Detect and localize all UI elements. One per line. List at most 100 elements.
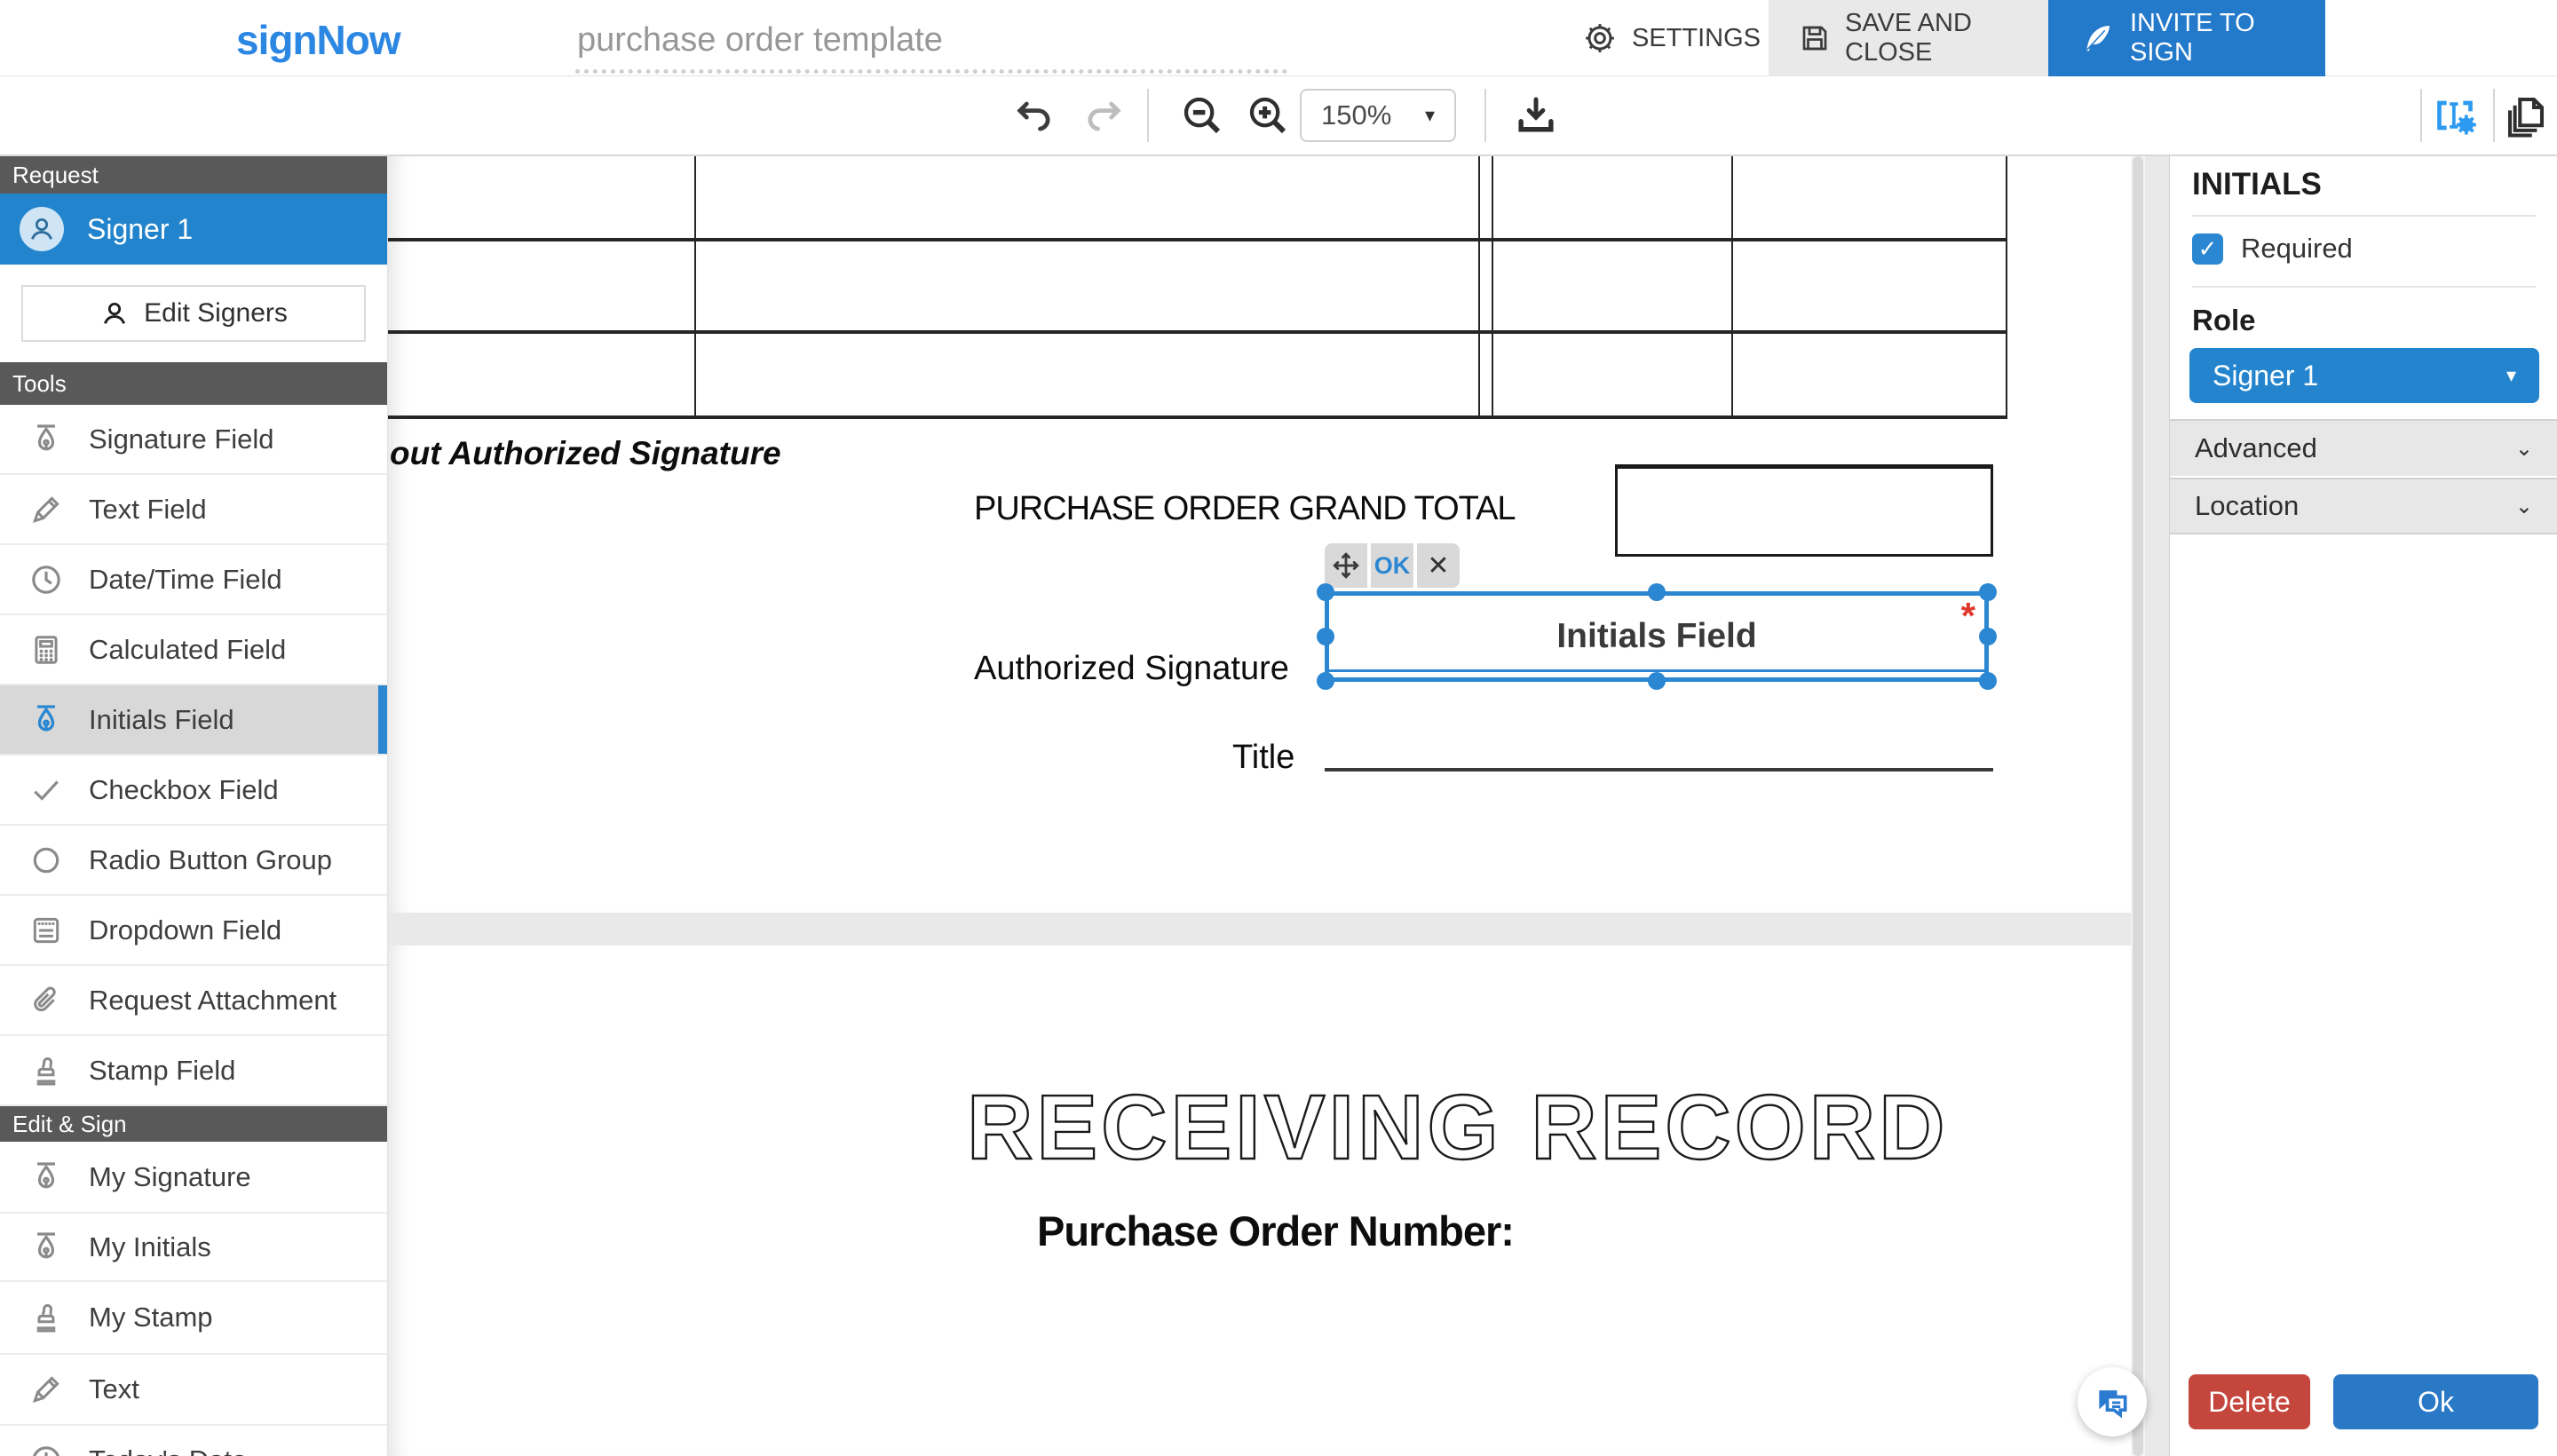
tool-label: Checkbox Field <box>89 774 279 806</box>
field-ok-button[interactable]: OK <box>1371 543 1413 588</box>
left-sidebar: Request Signer 1 Edit Signers Tools <box>0 156 388 1456</box>
document-page-2[interactable]: RECEIVING RECORD Purchase Order Number: <box>388 946 2131 1456</box>
tool-datetime-field[interactable]: Date/Time Field <box>0 545 387 615</box>
resize-handle-sw[interactable] <box>1317 672 1334 690</box>
field-settings-button[interactable] <box>2424 76 2486 154</box>
checkbox-checked-icon[interactable]: ✓ <box>2192 233 2223 265</box>
table-line <box>388 238 2007 241</box>
help-chat-button[interactable] <box>2078 1367 2147 1436</box>
document-canvas[interactable]: out Authorized Signature PURCHASE ORDER … <box>388 156 2169 1456</box>
pen-nib-icon <box>27 1159 66 1195</box>
location-accordion[interactable]: Location ⌄ <box>2170 478 2557 534</box>
pages-copy-button[interactable] <box>2497 76 2555 154</box>
tool-request-attachment[interactable]: Request Attachment <box>0 966 387 1036</box>
tool-label: My Signature <box>89 1161 251 1193</box>
tool-my-initials[interactable]: My Initials <box>0 1214 387 1282</box>
advanced-accordion[interactable]: Advanced ⌄ <box>2170 419 2557 476</box>
tool-initials-field[interactable]: Initials Field <box>0 685 387 756</box>
svg-text:RECEIVING RECORD: RECEIVING RECORD <box>967 1076 1949 1178</box>
chevron-down-icon: ▾ <box>1425 104 1435 127</box>
document-title-underline <box>575 69 1287 74</box>
tool-dropdown-field[interactable]: Dropdown Field <box>0 896 387 966</box>
feather-icon <box>2078 20 2116 57</box>
required-asterisk: * <box>1961 597 1975 635</box>
move-field-handle[interactable] <box>1325 543 1367 588</box>
advanced-label: Advanced <box>2195 432 2317 464</box>
paperclip-icon <box>27 984 66 1017</box>
role-label: Role <box>2192 304 2256 337</box>
divider <box>2192 215 2536 217</box>
resize-handle-nw[interactable] <box>1317 583 1334 601</box>
table-line <box>694 156 696 417</box>
resize-handle-s[interactable] <box>1648 672 1666 690</box>
document-title-input[interactable]: purchase order template <box>577 21 1287 59</box>
tool-label: Text Field <box>89 494 207 526</box>
tool-radio-button-group[interactable]: Radio Button Group <box>0 826 387 896</box>
save-icon <box>1799 22 1831 54</box>
chevron-down-icon: ⌄ <box>2515 436 2533 462</box>
field-properties-panel: INITIALS ✓ Required Role Signer 1 ▾ Adva… <box>2169 156 2557 1456</box>
required-checkbox-row[interactable]: ✓ Required <box>2192 233 2353 265</box>
invite-to-sign-button[interactable]: INVITE TO SIGN <box>2048 0 2325 76</box>
title-label: Title <box>1232 739 1294 777</box>
role-select[interactable]: Signer 1 ▾ <box>2189 348 2539 403</box>
tool-todays-date[interactable]: Today's Date <box>0 1426 387 1456</box>
tool-calculated-field[interactable]: Calculated Field <box>0 615 387 685</box>
tool-signature-field[interactable]: Signature Field <box>0 405 387 475</box>
canvas-scrollbar[interactable] <box>2131 156 2145 1456</box>
document-page-1[interactable]: out Authorized Signature PURCHASE ORDER … <box>388 156 2131 913</box>
zoom-level-select[interactable]: 150% ▾ <box>1300 89 1456 142</box>
circle-icon <box>27 843 66 877</box>
pen-nib-icon <box>27 702 66 738</box>
zoom-in-button[interactable] <box>1236 76 1300 154</box>
delete-field-button[interactable]: Delete <box>2189 1374 2310 1429</box>
tool-my-signature[interactable]: My Signature <box>0 1142 387 1214</box>
person-icon <box>99 298 130 328</box>
top-bar: signNow purchase order template SETTINGS <box>0 0 2557 76</box>
tool-stamp-field[interactable]: Stamp Field <box>0 1036 387 1106</box>
field-mini-toolbar: OK ✕ <box>1325 543 1460 588</box>
tool-checkbox-field[interactable]: Checkbox Field <box>0 756 387 826</box>
receiving-record-heading: RECEIVING RECORD <box>967 1070 2015 1185</box>
clipped-document-text: out Authorized Signature <box>390 435 781 472</box>
undo-button[interactable] <box>1003 76 1065 154</box>
clock-icon <box>27 562 66 597</box>
resize-handle-e[interactable] <box>1979 628 1997 645</box>
tool-text-field[interactable]: Text Field <box>0 475 387 545</box>
save-and-close-label: SAVE AND CLOSE <box>1845 9 2018 67</box>
redo-button[interactable] <box>1073 76 1135 154</box>
signer-avatar <box>20 207 64 251</box>
chevron-down-icon: ▾ <box>2506 364 2516 387</box>
chat-icon <box>2093 1382 2132 1421</box>
editor-toolbar: 150% ▾ <box>0 76 2557 156</box>
initials-field-element[interactable]: Initials Field * <box>1325 591 1989 682</box>
signnow-logo[interactable]: signNow <box>236 16 400 64</box>
pen-nib-icon <box>27 1230 66 1265</box>
resize-handle-ne[interactable] <box>1979 583 1997 601</box>
canvas-scrollbar-thumb[interactable] <box>2133 156 2143 1456</box>
download-button[interactable] <box>1502 76 1570 154</box>
resize-handle-n[interactable] <box>1648 583 1666 601</box>
title-underline <box>1325 768 1993 772</box>
edit-signers-button[interactable]: Edit Signers <box>21 285 366 342</box>
pencil-icon <box>27 1373 66 1406</box>
signnow-editor: signNow purchase order template SETTINGS <box>0 0 2557 1456</box>
resize-handle-se[interactable] <box>1979 672 1997 690</box>
settings-button[interactable]: SETTINGS <box>1552 0 1791 76</box>
confirm-ok-button[interactable]: Ok <box>2333 1374 2538 1429</box>
table-line <box>388 330 2007 334</box>
tool-label: My Stamp <box>89 1302 213 1333</box>
request-section-header: Request <box>0 156 387 194</box>
zoom-out-button[interactable] <box>1170 76 1234 154</box>
tool-label: My Initials <box>89 1231 211 1263</box>
tool-my-stamp[interactable]: My Stamp <box>0 1282 387 1355</box>
tool-label: Initials Field <box>89 704 234 736</box>
field-close-button[interactable]: ✕ <box>1417 543 1460 588</box>
tool-text[interactable]: Text <box>0 1355 387 1426</box>
save-and-close-button[interactable]: SAVE AND CLOSE <box>1769 0 2048 76</box>
invite-to-sign-label: INVITE TO SIGN <box>2130 9 2295 67</box>
signer-1-row[interactable]: Signer 1 <box>0 194 387 265</box>
clock-icon <box>27 1443 66 1456</box>
resize-handle-w[interactable] <box>1317 628 1334 645</box>
stamp-icon <box>27 1301 66 1334</box>
